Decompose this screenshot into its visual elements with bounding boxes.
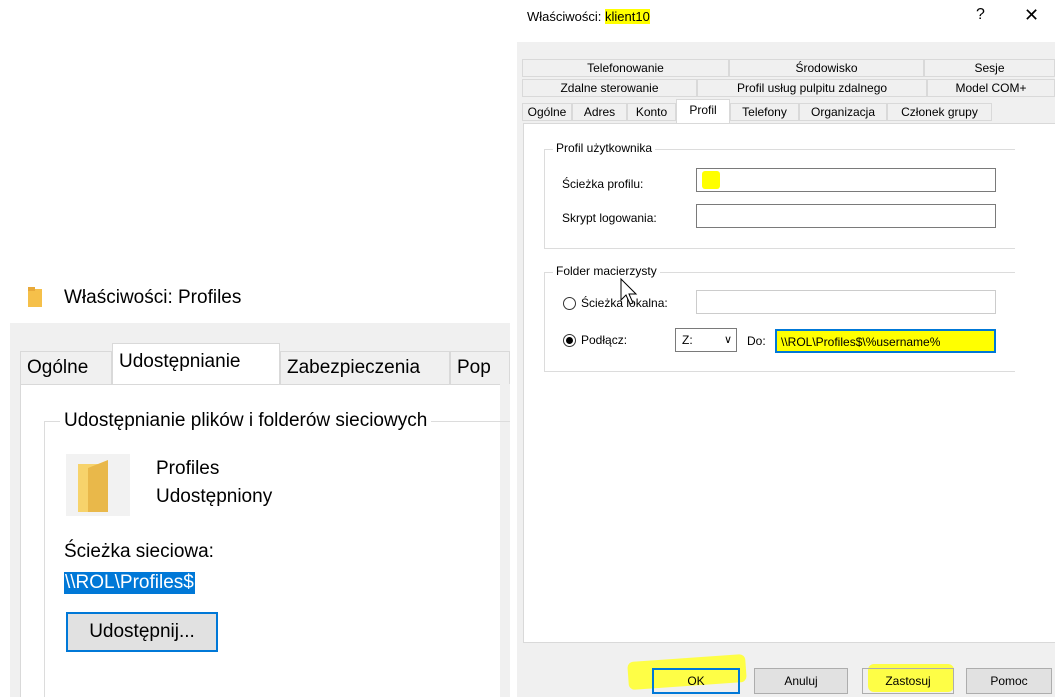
home-folder-group-label: Folder macierzysty (553, 264, 660, 278)
logon-script-input[interactable] (696, 204, 996, 228)
title-username: klient10 (605, 9, 650, 24)
shared-folder-icon (66, 454, 130, 516)
tab-com-plus[interactable]: Model COM+ (927, 79, 1055, 97)
profile-path-label: Ścieżka profilu: (562, 177, 644, 191)
share-button[interactable]: Udostępnij... (66, 612, 218, 652)
tab-telephones[interactable]: Telefony (730, 103, 799, 121)
title-prefix: Właściwości: (527, 9, 606, 24)
network-sharing-group-label: Udostępnianie plików i folderów sieciowy… (60, 410, 432, 432)
apply-button[interactable]: Zastosuj (862, 668, 954, 694)
close-icon[interactable]: ✕ (1024, 5, 1039, 26)
tab-user-general[interactable]: Ogólne (522, 103, 572, 121)
drive-letter-select[interactable]: Z: ∨ (675, 328, 737, 352)
network-path-value[interactable]: \\ROL\Profiles$ (64, 572, 195, 594)
connect-to-label: Do: (747, 334, 766, 348)
tab-security[interactable]: Zabezpieczenia (280, 351, 450, 384)
user-properties-title: Właściwości: klient10 (527, 9, 650, 24)
tab-rds-profile[interactable]: Profil usług pulpitu zdalnego (697, 79, 927, 97)
folder-share-status: Udostępniony (156, 486, 273, 507)
home-folder-path-input[interactable]: \\ROL\Profiles$\%username% (775, 329, 996, 353)
tab-general[interactable]: Ogólne (20, 351, 112, 384)
tab-sharing[interactable]: Udostępnianie (112, 343, 280, 385)
connect-radio[interactable] (563, 334, 576, 347)
folder-icon (28, 287, 42, 307)
local-path-input[interactable] (696, 290, 996, 314)
folder-name: Profiles (156, 458, 220, 479)
tab-address[interactable]: Adres (572, 103, 627, 121)
tab-member-of[interactable]: Członek grupy (887, 103, 992, 121)
profile-path-input[interactable] (696, 168, 996, 192)
user-profile-group (544, 149, 1015, 249)
mouse-cursor-icon (620, 278, 638, 305)
home-folder-group (544, 272, 1015, 372)
tab-previous-versions[interactable]: Pop (450, 351, 510, 384)
tab-profile[interactable]: Profil (676, 99, 730, 124)
tab-account[interactable]: Konto (627, 103, 676, 121)
user-profile-group-label: Profil użytkownika (553, 141, 656, 155)
cancel-button[interactable]: Anuluj (754, 668, 848, 694)
local-path-radio[interactable] (563, 297, 576, 310)
help-button[interactable]: Pomoc (966, 668, 1052, 694)
drive-letter-value: Z: (682, 333, 693, 347)
logon-script-label: Skrypt logowania: (562, 211, 657, 225)
tab-environment[interactable]: Środowisko (729, 59, 924, 77)
ok-button[interactable]: OK (652, 668, 740, 694)
tab-remote-control[interactable]: Zdalne sterowanie (522, 79, 697, 97)
help-icon[interactable]: ? (976, 6, 985, 24)
chevron-down-icon: ∨ (723, 334, 732, 346)
profile-path-highlight (702, 171, 720, 189)
network-path-label: Ścieżka sieciowa: (64, 541, 214, 562)
tab-organization[interactable]: Organizacja (799, 103, 887, 121)
folder-properties-title: Właściwości: Profiles (64, 287, 242, 308)
tab-sessions[interactable]: Sesje (924, 59, 1055, 77)
tab-dial-in[interactable]: Telefonowanie (522, 59, 729, 77)
connect-label: Podłącz: (581, 333, 628, 347)
